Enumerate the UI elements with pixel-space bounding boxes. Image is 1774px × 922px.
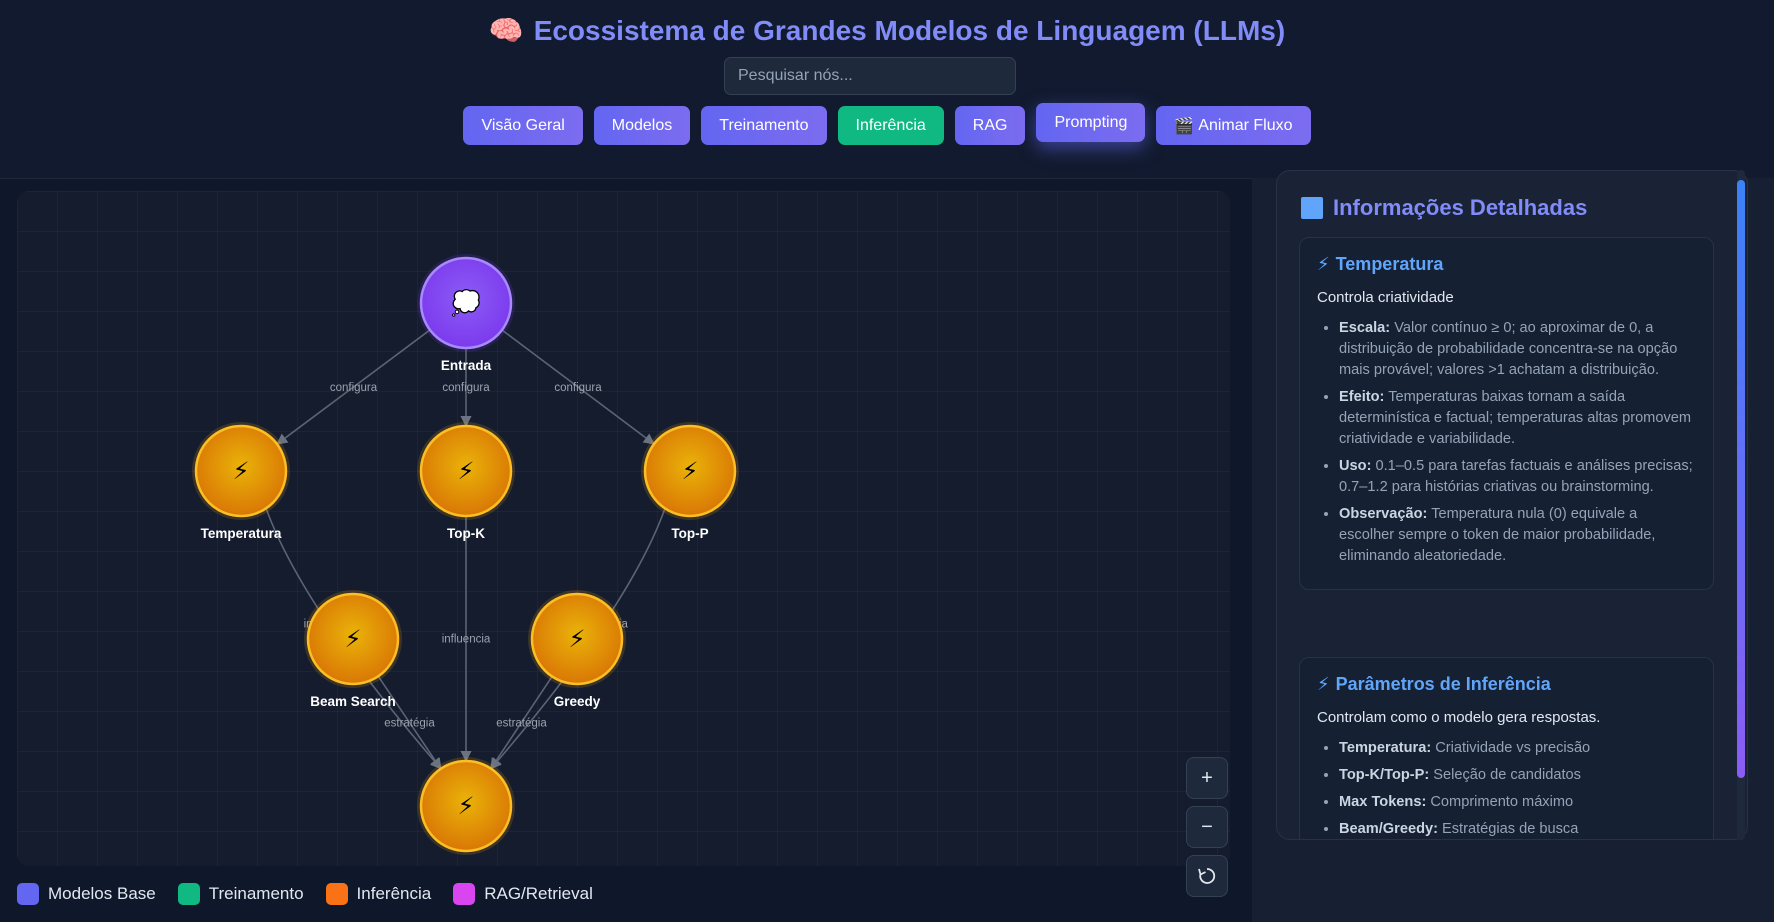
- lightning-icon: ⚡: [569, 626, 586, 653]
- lightning-icon: ⚡: [1317, 674, 1330, 694]
- item-term: Escala:: [1339, 320, 1391, 336]
- edge-label: estratégia: [384, 718, 435, 730]
- zoom-in-button[interactable]: +: [1186, 757, 1228, 799]
- node-label: Top-P: [671, 526, 708, 541]
- node-label: Entrada: [441, 358, 492, 373]
- legend-item-inference: Inferência: [325, 883, 432, 905]
- detail-card-temperature: ⚡Temperatura Controla criatividade Escal…: [1299, 237, 1714, 590]
- legend-swatch: [17, 883, 39, 905]
- item-text: Criatividade vs precisão: [1435, 740, 1591, 756]
- card-list: Temperatura: Criatividade vs precisão To…: [1317, 738, 1696, 839]
- detail-card-inference-params: ⚡ Parâmetros de Inferência Controlam como…: [1299, 657, 1714, 839]
- card-list: Escala: Valor contínuo ≥ 0; ao aproximar…: [1317, 318, 1696, 567]
- panel-title-text: Informações Detalhadas: [1333, 195, 1588, 220]
- item-term: Beam/Greedy:: [1339, 821, 1438, 837]
- card-description: Controlam como o modelo gera respostas.: [1317, 709, 1601, 726]
- card-description: Controla criatividade: [1317, 289, 1454, 306]
- legend-item-rag: RAG/Retrieval: [453, 883, 593, 905]
- reset-view-button[interactable]: [1186, 855, 1228, 897]
- blue-square-icon: [1301, 197, 1323, 219]
- node-label: Greedy: [554, 694, 601, 709]
- item-text: 0.1–0.5 para tarefas factuais e análises…: [1339, 458, 1693, 495]
- node-label: Temperatura: [201, 526, 282, 541]
- zoom-out-button[interactable]: −: [1186, 806, 1228, 848]
- prompting-button[interactable]: Prompting: [1036, 103, 1146, 142]
- list-item: Top-K/Top-P: Seleção de candidatos: [1339, 765, 1696, 786]
- item-text: Seleção de candidatos: [1433, 767, 1581, 783]
- node-label: Top-K: [447, 526, 485, 541]
- edge-label: configura: [442, 382, 490, 394]
- legend-item-models: Modelos Base: [17, 883, 156, 905]
- legend-label: RAG/Retrieval: [484, 884, 593, 903]
- item-term: Observação:: [1339, 506, 1428, 522]
- card-title-text: Temperatura: [1335, 254, 1444, 274]
- edge-label: configura: [554, 382, 602, 394]
- graph-node-beam[interactable]: ⚡ Beam Search: [304, 590, 402, 709]
- legend-label: Inferência: [356, 884, 432, 903]
- animate-flow-button[interactable]: 🎬 Animar Fluxo: [1156, 106, 1311, 145]
- reset-icon: [1198, 868, 1216, 884]
- search-input[interactable]: [724, 57, 1016, 95]
- inference-button[interactable]: Inferência: [837, 106, 944, 145]
- list-item: Escala: Valor contínuo ≥ 0; ao aproximar…: [1339, 318, 1696, 381]
- panel-scrollbar[interactable]: [1737, 180, 1745, 778]
- item-term: Max Tokens:: [1339, 794, 1427, 810]
- page-title: 🧠 Ecossistema de Grandes Modelos de Lingu…: [0, 14, 1774, 47]
- training-button[interactable]: Treinamento: [701, 106, 827, 145]
- graph-node-topp[interactable]: ⚡ Top-P: [641, 422, 739, 541]
- lightning-icon: ⚡: [1317, 254, 1330, 274]
- filter-button-row: Visão Geral Modelos Treinamento Inferênc…: [0, 103, 1774, 145]
- page-title-text: Ecossistema de Grandes Modelos de Lingua…: [533, 15, 1286, 46]
- list-item: Observação: Temperatura nula (0) equival…: [1339, 504, 1696, 567]
- lightning-icon: ⚡: [458, 458, 475, 485]
- legend-label: Treinamento: [208, 884, 304, 903]
- graph-canvas[interactable]: configuraconfiguraconfigurainfluenciainf…: [17, 191, 1230, 866]
- graph-svg[interactable]: configuraconfiguraconfigurainfluenciainf…: [17, 191, 1230, 866]
- item-term: Efeito:: [1339, 389, 1385, 405]
- app-header: 🧠 Ecossistema de Grandes Modelos de Lingu…: [0, 0, 1774, 179]
- edge-label: influencia: [442, 634, 491, 646]
- animate-flow-label: Animar Fluxo: [1198, 116, 1293, 134]
- details-panel[interactable]: Informações Detalhadas ⚡ Temperatura Cont…: [1276, 170, 1748, 840]
- item-term: Uso:: [1339, 458, 1372, 474]
- legend: Modelos Base Treinamento Inferência RAG/…: [17, 883, 593, 905]
- card-title-text: Parâmetros de Inferência: [1335, 674, 1551, 694]
- overview-button[interactable]: Visão Geral: [463, 106, 583, 145]
- edge-label: configura: [330, 382, 378, 394]
- node-label: Beam Search: [310, 694, 396, 709]
- list-item: Temperatura: Criatividade vs precisão: [1339, 738, 1696, 759]
- legend-swatch: [325, 883, 348, 905]
- card-title: ⚡ Parâmetros de Inferência: [1317, 674, 1696, 695]
- graph-node-saida[interactable]: ⚡: [417, 757, 515, 855]
- item-text: Valor contínuo ≥ 0; ao aproximar de 0, a…: [1339, 320, 1678, 378]
- item-text: Temperaturas baixas tornam a saída deter…: [1339, 389, 1692, 447]
- item-text: Estratégias de busca: [1442, 821, 1579, 837]
- edge-label: estratégia: [496, 718, 547, 730]
- item-text: Comprimento máximo: [1430, 794, 1574, 810]
- lightning-icon: ⚡: [458, 793, 475, 820]
- list-item: Beam/Greedy: Estratégias de busca: [1339, 819, 1696, 839]
- lightning-icon: ⚡: [345, 626, 362, 653]
- list-item: Max Tokens: Comprimento máximo: [1339, 792, 1696, 813]
- item-term: Temperatura:: [1339, 740, 1432, 756]
- brain-emoji-icon: 🧠: [488, 15, 524, 46]
- models-button[interactable]: Modelos: [593, 106, 691, 145]
- panel-title: Informações Detalhadas: [1301, 195, 1587, 221]
- legend-swatch: [453, 883, 476, 905]
- lightning-icon: ⚡: [233, 458, 250, 485]
- card-title: ⚡ Temperatura: [1317, 254, 1696, 275]
- speech-bubble-icon: 💭: [451, 288, 481, 317]
- rag-button[interactable]: RAG: [954, 106, 1026, 145]
- legend-swatch: [177, 883, 200, 905]
- clapper-icon: 🎬: [1174, 117, 1195, 135]
- legend-item-training: Treinamento: [177, 883, 304, 905]
- lightning-icon: ⚡: [682, 458, 699, 485]
- item-term: Top-K/Top-P:: [1339, 767, 1430, 783]
- list-item: Efeito: Temperaturas baixas tornam a saí…: [1339, 387, 1696, 450]
- list-item: Uso: 0.1–0.5 para tarefas factuais e aná…: [1339, 456, 1696, 498]
- legend-label: Modelos Base: [48, 884, 156, 903]
- graph-node-temperatura[interactable]: ⚡ Temperatura: [192, 422, 290, 541]
